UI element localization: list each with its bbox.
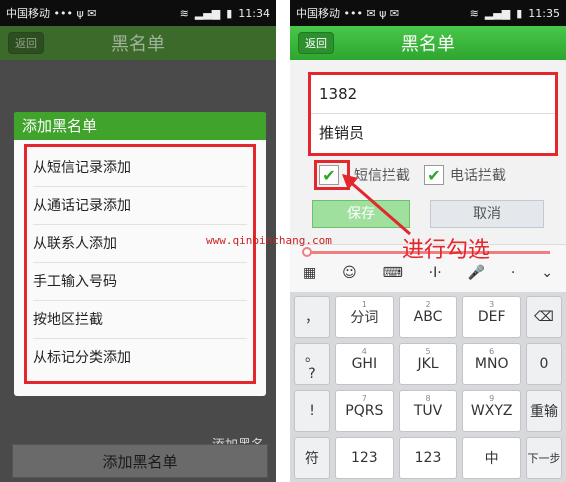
numeric-mode-key[interactable]: 123 xyxy=(335,437,394,479)
add-blacklist-dialog: 添加黑名单 从短信记录添加 从通话记录添加 从联系人添加 手工输入号码 按地区拦… xyxy=(14,112,266,396)
blacklist-entry-form: 1382 推销员 xyxy=(308,72,558,156)
call-block-checkbox[interactable]: ✔ xyxy=(424,165,444,185)
signal-icon: ▂▄▆ xyxy=(194,6,221,20)
key-6[interactable]: 6 MNO xyxy=(462,343,522,385)
carrier-text: 中国移动 ••• ψ ✉ xyxy=(6,7,97,20)
language-toggle-key[interactable]: 中 xyxy=(462,437,522,479)
exclamation-key[interactable]: ! xyxy=(294,390,330,432)
menu-item-by-region[interactable]: 按地区拦截 xyxy=(33,301,247,339)
battery-icon: ▮ xyxy=(226,6,233,20)
back-button[interactable]: 返回 xyxy=(298,32,334,54)
next-step-key[interactable]: 下一步 xyxy=(526,437,563,479)
key-8[interactable]: 8 TUV xyxy=(398,390,458,432)
status-bar: 中国移动 ••• ψ ✉ ≋ ▂▄▆ ▮ 11:34 xyxy=(0,0,276,26)
t9-keyboard: ， 1 分词 2 ABC 3 DEF ⌫ 。? 4 GHI 5 JKL 6 MNO 0 ! … xyxy=(290,292,566,482)
key-4[interactable]: 4 GHI xyxy=(335,343,394,385)
keyboard-icon[interactable]: ⌨ xyxy=(383,265,403,281)
menu-item-from-tags[interactable]: 从标记分类添加 xyxy=(33,339,247,377)
menu-item-from-calls[interactable]: 从通话记录添加 xyxy=(33,187,247,225)
sms-block-checkbox[interactable]: ✔ xyxy=(319,165,339,185)
page-title: 黑名单 xyxy=(111,34,165,55)
reset-key[interactable]: 重输 xyxy=(526,390,563,432)
more-icon[interactable]: · xyxy=(511,265,515,281)
cursor-icon[interactable]: ·I· xyxy=(429,265,442,281)
call-block-label: 电话拦截 xyxy=(450,168,506,184)
page-title: 黑名单 xyxy=(401,34,455,55)
wifi-icon: ≋ xyxy=(179,6,189,20)
clock-text: 11:35 xyxy=(528,6,560,20)
zero-key[interactable]: 0 xyxy=(526,343,563,385)
watermark-text: www.qinbinchang.com xyxy=(206,234,332,247)
space-key[interactable]: 123 xyxy=(398,437,458,479)
signal-icon: ▂▄▆ xyxy=(484,6,511,20)
back-button[interactable]: 返回 xyxy=(8,32,44,54)
key-5[interactable]: 5 JKL xyxy=(398,343,458,385)
backspace-key[interactable]: ⌫ xyxy=(526,296,563,338)
key-9[interactable]: 9 WXYZ xyxy=(462,390,522,432)
phone-number-field[interactable]: 1382 xyxy=(311,75,555,114)
title-bar: 返回 黑名单 xyxy=(0,26,276,60)
carrier-text: 中国移动 ••• ✉ ψ ✉ xyxy=(296,7,400,20)
slider-knob[interactable] xyxy=(302,247,312,257)
add-blacklist-button[interactable]: 添加黑名单 xyxy=(12,444,268,478)
status-bar: 中国移动 ••• ✉ ψ ✉ ≋ ▂▄▆ ▮ 11:35 xyxy=(290,0,566,26)
wifi-icon: ≋ xyxy=(469,6,479,20)
microphone-icon[interactable]: 🎤 xyxy=(468,265,485,281)
menu-item-manual-input[interactable]: 手工输入号码 xyxy=(33,263,247,301)
dialog-title: 添加黑名单 xyxy=(14,112,266,140)
pointer-arrow-icon xyxy=(342,174,411,236)
add-options-menu: 从短信记录添加 从通话记录添加 从联系人添加 手工输入号码 按地区拦截 从标记分… xyxy=(24,144,256,384)
clock-text: 11:34 xyxy=(238,6,270,20)
comma-key[interactable]: ， xyxy=(294,296,330,338)
annotation-text: 进行勾选 xyxy=(402,238,491,263)
symbols-key[interactable]: 符 xyxy=(294,437,330,479)
grid-icon[interactable]: ▦ xyxy=(303,265,316,281)
title-bar: 返回 黑名单 xyxy=(290,26,566,60)
battery-icon: ▮ xyxy=(516,6,523,20)
cancel-button[interactable]: 取消 xyxy=(430,200,544,228)
contact-name-field[interactable]: 推销员 xyxy=(311,114,555,153)
key-3[interactable]: 3 DEF xyxy=(462,296,522,338)
collapse-keyboard-icon[interactable]: ⌄ xyxy=(541,265,553,281)
key-7[interactable]: 7 PQRS xyxy=(335,390,394,432)
menu-item-from-sms[interactable]: 从短信记录添加 xyxy=(33,149,247,187)
period-key[interactable]: 。? xyxy=(294,343,330,385)
key-1[interactable]: 1 分词 xyxy=(335,296,394,338)
key-2[interactable]: 2 ABC xyxy=(398,296,458,338)
emoji-icon[interactable]: ☺ xyxy=(342,265,357,281)
screenshot-composite: 中国移动 ••• ψ ✉ ≋ ▂▄▆ ▮ 11:34 返回 黑名单 添加黑名单 … xyxy=(0,0,566,482)
